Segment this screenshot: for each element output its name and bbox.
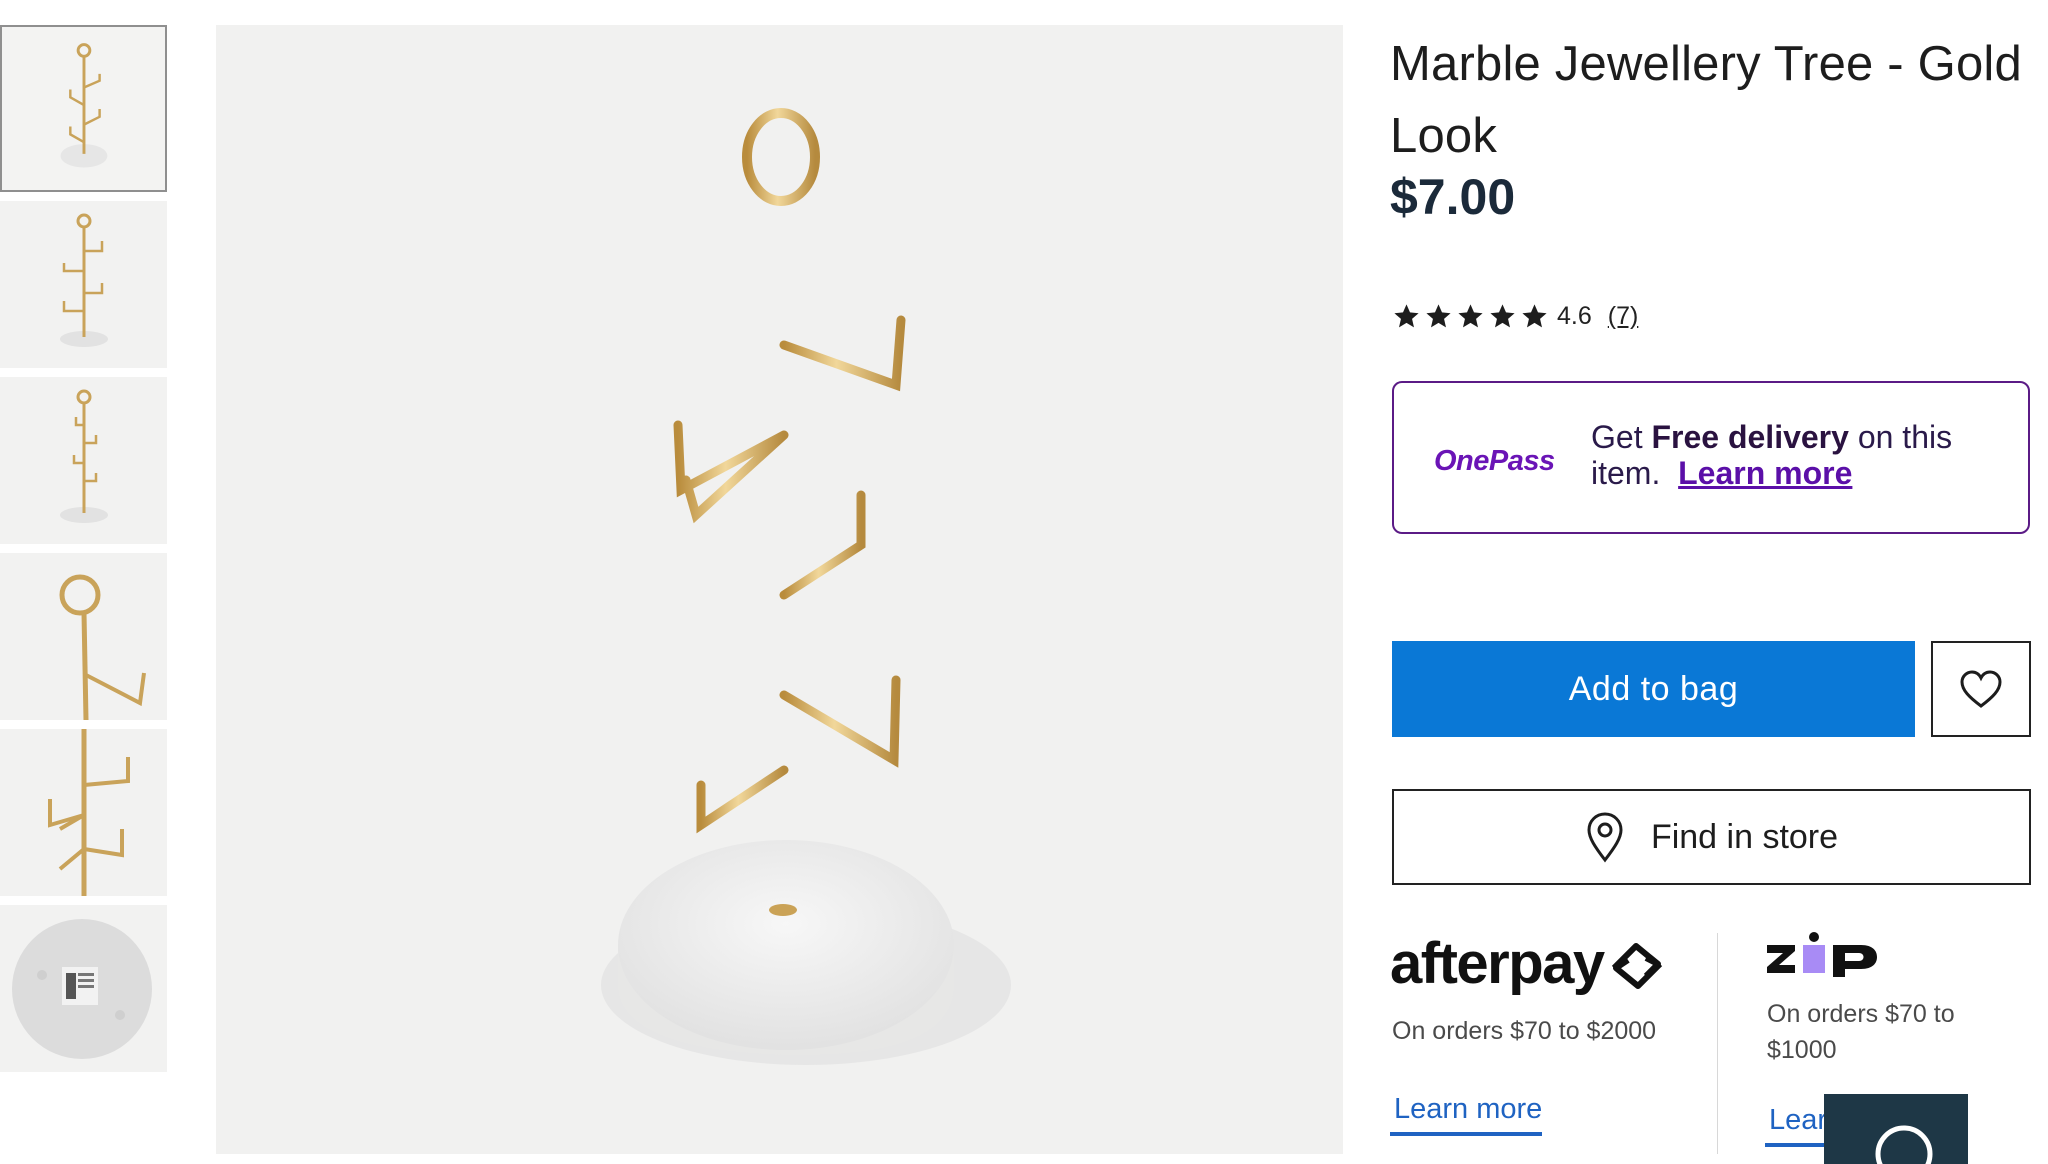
product-thumb-back[interactable]: [0, 377, 167, 544]
product-rating: 4.6 (7): [1392, 302, 1638, 331]
star-icon: [1490, 304, 1515, 328]
star-half-icon: [1522, 304, 1547, 328]
find-in-store-label: Find in store: [1650, 817, 1839, 856]
product-thumb-closeup-top[interactable]: [0, 553, 167, 720]
star-icon: [1394, 304, 1419, 328]
afterpay-note: On orders $70 to $2000: [1392, 1017, 1657, 1045]
location-pin-icon: [1587, 812, 1623, 863]
product-thumb-base-underside[interactable]: [0, 905, 167, 1072]
star-rating: [1392, 302, 1549, 331]
payment-divider: [1717, 933, 1718, 1154]
rating-value: 4.6: [1557, 302, 1592, 330]
add-to-bag-button[interactable]: Add to bag: [1392, 641, 1915, 737]
onepass-text-bold: Free delivery: [1651, 419, 1849, 455]
zip-logo: zip: [1765, 930, 2025, 980]
find-in-store-button[interactable]: Find in store: [1392, 789, 2031, 885]
afterpay-option: afterpay On orders $70 to $2000 Learn mo…: [1390, 930, 1710, 1136]
product-thumb-side[interactable]: [0, 201, 167, 368]
star-icon: [1458, 304, 1483, 328]
product-thumb-closeup-hooks[interactable]: [0, 729, 167, 896]
main-product-image: [216, 25, 1343, 1154]
onepass-message: Get Free delivery on this item. Learn mo…: [1591, 419, 2011, 491]
zip-logo-mark: [1767, 932, 1877, 977]
afterpay-arrows-icon: [1611, 942, 1662, 989]
product-thumb-front[interactable]: [0, 25, 167, 192]
afterpay-logo: afterpay: [1390, 930, 1710, 997]
zip-note: On orders $70 to $1000: [1767, 1000, 1955, 1064]
onepass-logo: OnePass: [1434, 445, 1555, 477]
onepass-promo: OnePass Get Free delivery on this item. …: [1392, 381, 2030, 534]
wishlist-button[interactable]: [1931, 641, 2031, 737]
heart-icon: [1960, 670, 2002, 708]
jewellery-tree-image: [601, 108, 1011, 1065]
star-icon: [1426, 304, 1451, 328]
product-price: $7.00: [1390, 169, 1516, 225]
afterpay-learn-more-link[interactable]: Learn more: [1390, 1093, 1543, 1136]
product-title: Marble Jewellery Tree - Gold Look: [1390, 37, 2022, 163]
onepass-text-prefix: Get: [1591, 419, 1652, 455]
review-count-link[interactable]: (7): [1608, 302, 1639, 331]
afterpay-wordmark: afterpay: [1390, 931, 1605, 996]
onepass-learn-more-link[interactable]: Learn more: [1678, 455, 1852, 491]
